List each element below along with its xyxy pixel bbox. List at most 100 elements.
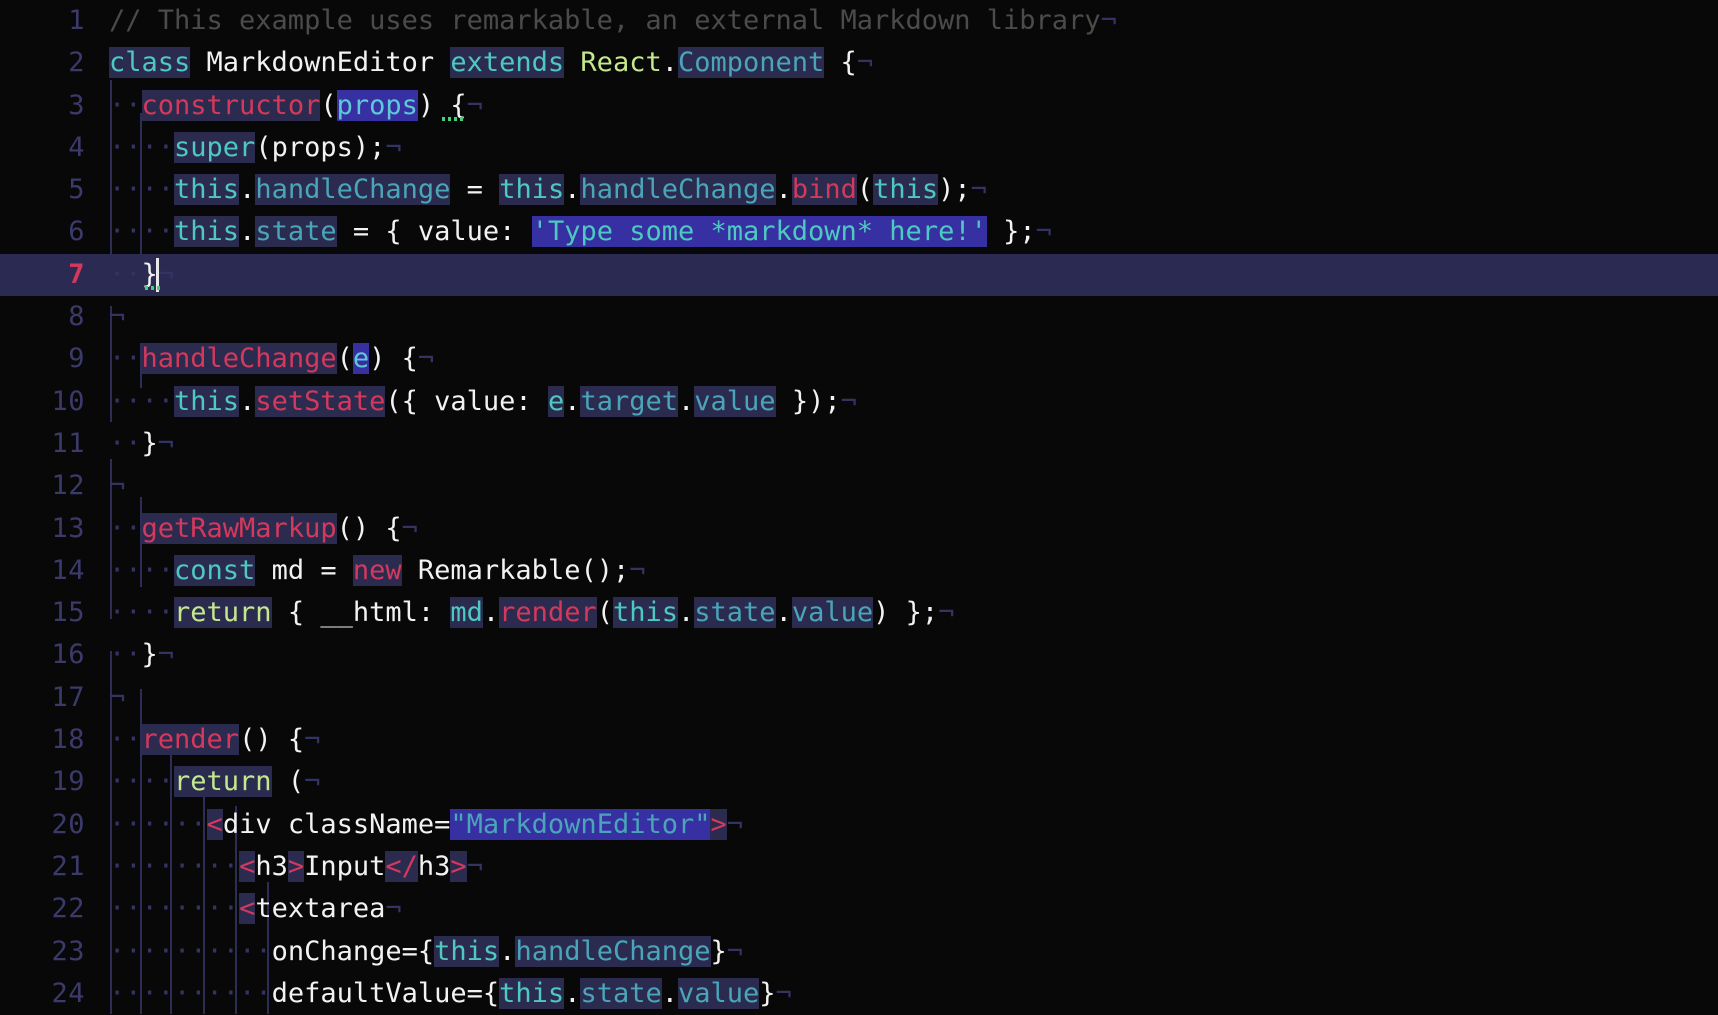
token-brace-close: } (759, 977, 776, 1009)
whitespace-dots: ·· (141, 935, 175, 967)
line-number: 11 (51, 427, 85, 459)
code-line[interactable]: 23 ··········onChange={this.handleChange… (0, 931, 1718, 973)
token-keyword-class: class (109, 47, 191, 79)
code-line[interactable]: 3 ··constructor(props) {¬ (0, 85, 1718, 127)
token-call-close: ) }; (873, 597, 939, 629)
line-content[interactable]: ··getRawMarkup() {¬ (107, 508, 1718, 550)
code-line[interactable]: 14 ····const md = new Remarkable();¬ (0, 550, 1718, 592)
line-content[interactable]: ····const md = new Remarkable();¬ (107, 550, 1718, 592)
token-dot: . (239, 216, 256, 248)
code-line[interactable]: 10 ····this.setState({ value: e.target.v… (0, 381, 1718, 423)
eol-mark: ¬ (1035, 216, 1052, 248)
line-content[interactable]: ····return (¬ (107, 761, 1718, 803)
code-line[interactable]: 19 ····return (¬ (0, 761, 1718, 803)
token-this: this (499, 174, 565, 206)
code-editor[interactable]: 1 // This example uses remarkable, an ex… (0, 0, 1718, 1014)
token-paren-close: ) { (369, 343, 418, 375)
code-line[interactable]: 8 ¬ (0, 296, 1718, 338)
line-content[interactable]: ··render() {¬ (107, 719, 1718, 761)
line-content[interactable]: ····this.handleChange = this.handleChang… (107, 169, 1718, 211)
token-brace-close: } (710, 935, 727, 967)
code-line[interactable]: 11 ··}¬ (0, 423, 1718, 465)
token-jsx-open-bracket: < (206, 808, 223, 840)
token-paren: ( (596, 597, 613, 629)
line-number: 10 (51, 385, 85, 417)
token-call-end: ); (938, 174, 971, 206)
line-content[interactable]: ¬ (107, 677, 1718, 719)
code-line[interactable]: 21 ········<h3>Input</h3>¬ (0, 846, 1718, 888)
whitespace-dots: ·· (109, 554, 142, 586)
eol-mark: ¬ (157, 639, 175, 671)
line-content[interactable]: ··handleChange(e) {¬ (107, 338, 1718, 380)
code-line[interactable]: 20 ······<div className="MarkdownEditor"… (0, 804, 1718, 846)
code-line[interactable]: 9 ··handleChange(e) {¬ (0, 338, 1718, 380)
eol-mark: ¬ (970, 174, 987, 206)
line-content[interactable]: ······<div className="MarkdownEditor">¬ (107, 804, 1718, 846)
whitespace-dots: ·· (174, 977, 207, 1009)
whitespace-dots: ·· (141, 131, 175, 163)
whitespace-dots: ·· (174, 808, 207, 840)
token-paren: ( (271, 766, 305, 798)
line-content[interactable]: ····this.state = { value: 'Type some *ma… (107, 211, 1718, 253)
token-html-key: { __html: (271, 597, 451, 629)
line-content[interactable]: ····return { __html: md.render(this.stat… (107, 592, 1718, 634)
token-member-state: state (580, 977, 662, 1009)
token-this: this (434, 935, 500, 967)
code-line[interactable]: 16 ··}¬ (0, 634, 1718, 676)
code-line[interactable]: 12 ¬ (0, 465, 1718, 507)
code-line[interactable]: 5 ····this.handleChange = this.handleCha… (0, 169, 1718, 211)
line-number-active: 7 (0, 253, 107, 297)
code-line[interactable]: 1 // This example uses remarkable, an ex… (0, 0, 1718, 42)
line-content[interactable]: ····super(props);¬ (107, 127, 1718, 169)
line-content[interactable]: ¬ (107, 296, 1718, 338)
eol-mark: ¬ (466, 850, 483, 882)
token-keyword-const: const (174, 554, 256, 586)
token-dot: . (678, 385, 695, 417)
token-dot: . (775, 174, 792, 206)
line-content[interactable]: ··}¬ (107, 254, 1718, 296)
line-number: 5 (68, 174, 85, 206)
code-line[interactable]: 13 ··getRawMarkup() {¬ (0, 508, 1718, 550)
whitespace-dots: ·· (109, 893, 142, 925)
token-member-value: value (791, 597, 874, 629)
code-line[interactable]: 2 class MarkdownEditor extends React.Com… (0, 42, 1718, 84)
token-member-state: state (255, 216, 337, 248)
eol-mark: ¬ (304, 766, 321, 798)
code-line-active[interactable]: 7 ··}¬ (0, 253, 1718, 297)
line-content[interactable]: ····this.setState({ value: e.target.valu… (107, 381, 1718, 423)
token-method-bind: bind (791, 174, 857, 206)
code-line[interactable]: 18 ··render() {¬ (0, 719, 1718, 761)
line-number: 19 (51, 766, 85, 798)
token-jsx-open-bracket: < (239, 893, 256, 925)
code-line[interactable]: 24 ··········defaultValue={this.state.va… (0, 973, 1718, 1015)
line-content[interactable]: class MarkdownEditor extends React.Compo… (107, 42, 1718, 84)
line-number: 12 (51, 470, 85, 502)
token-dot: . (564, 385, 581, 417)
token-react: React (564, 47, 662, 79)
token-keyword-return: return (174, 597, 272, 629)
line-content[interactable]: ········<textarea¬ (107, 888, 1718, 930)
token-keyword-new: new (352, 554, 402, 586)
token-assign: md = (255, 554, 353, 586)
code-line[interactable]: 6 ····this.state = { value: 'Type some *… (0, 211, 1718, 253)
eol-mark: ¬ (385, 893, 402, 925)
token-call-open: ({ value: (385, 385, 548, 417)
line-content[interactable]: ¬ (107, 465, 1718, 507)
code-line[interactable]: 17 ¬ (0, 677, 1718, 719)
code-line[interactable]: 15 ····return { __html: md.render(this.s… (0, 592, 1718, 634)
token-this: this (174, 216, 240, 248)
line-content[interactable]: // This example uses remarkable, an exte… (107, 0, 1718, 42)
line-content[interactable]: ··constructor(props) {¬ (107, 85, 1718, 127)
eol-mark: ¬ (304, 724, 321, 756)
code-line[interactable]: 22 ········<textarea¬ (0, 888, 1718, 930)
line-number: 8 (68, 301, 85, 333)
whitespace-dots: ·· (109, 385, 142, 417)
code-line[interactable]: 4 ····super(props);¬ (0, 127, 1718, 169)
line-content[interactable]: ··········onChange={this.handleChange}¬ (107, 931, 1718, 973)
line-content[interactable]: ········<h3>Input</h3>¬ (107, 846, 1718, 888)
token-keyword-extends: extends (450, 47, 565, 79)
line-content[interactable]: ··}¬ (107, 634, 1718, 676)
token-jsx-tag-h3: h3 (255, 850, 288, 882)
line-content[interactable]: ··}¬ (107, 423, 1718, 465)
line-content[interactable]: ··········defaultValue={this.state.value… (107, 973, 1718, 1015)
